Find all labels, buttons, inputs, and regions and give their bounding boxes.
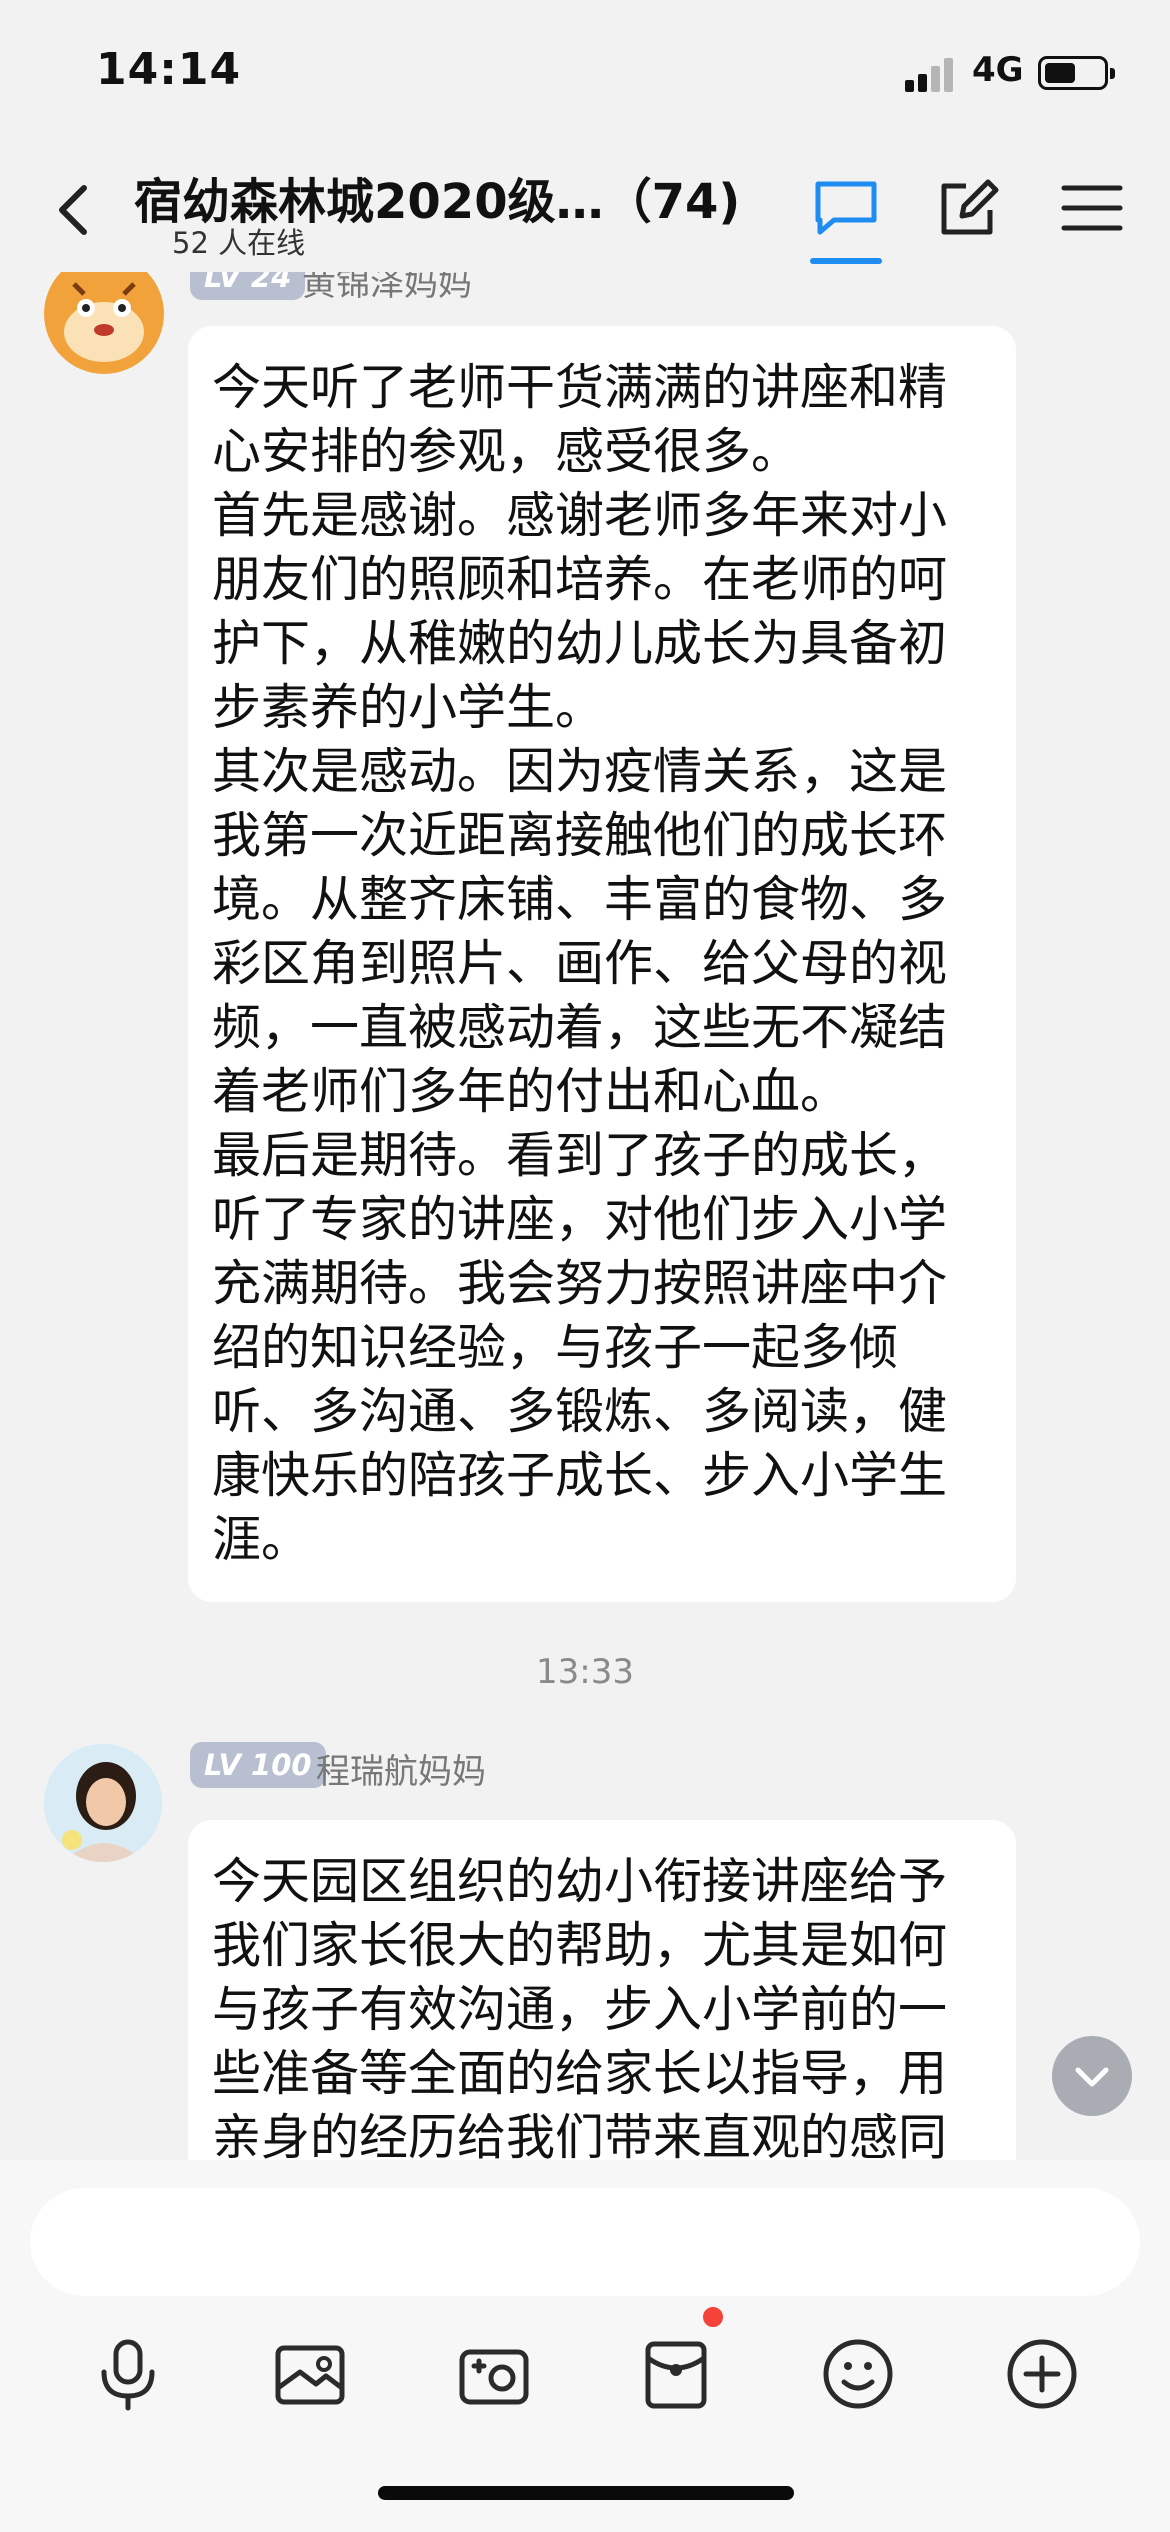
avatar[interactable] xyxy=(44,1744,162,1862)
sender-name[interactable]: 黄锦泽妈妈 xyxy=(302,272,472,305)
back-icon[interactable] xyxy=(50,180,94,240)
image-icon[interactable] xyxy=(270,2334,350,2414)
plus-icon[interactable] xyxy=(1002,2334,1082,2414)
camera-icon[interactable] xyxy=(454,2334,534,2414)
active-tab-indicator xyxy=(810,258,882,264)
microphone-icon[interactable] xyxy=(88,2334,168,2414)
chevron-down-icon xyxy=(1075,2067,1109,2087)
message-timestamp: 13:33 xyxy=(536,1652,634,1692)
level-badge: LV 24 xyxy=(190,272,306,300)
composer-panel xyxy=(0,2160,1170,2532)
message-bubble[interactable]: 今天听了老师干货满满的讲座和精心安排的参观，感受很多。 首先是感谢。感谢老师多年… xyxy=(188,326,1016,1602)
edit-icon[interactable] xyxy=(936,176,1004,240)
signal-icon xyxy=(905,56,955,92)
network-type: 4G xyxy=(972,50,1024,90)
avatar[interactable] xyxy=(44,272,164,374)
red-packet-icon[interactable] xyxy=(636,2334,716,2414)
online-count: 52 人在线 xyxy=(172,226,306,260)
message-input[interactable] xyxy=(30,2188,1140,2296)
level-badge: LV 100 xyxy=(190,1742,326,1788)
message-list[interactable]: LV 24 黄锦泽妈妈 今天听了老师干货满满的讲座和精心安排的参观，感受很多。 … xyxy=(0,272,1170,2160)
battery-icon xyxy=(1038,56,1115,90)
notification-dot xyxy=(700,2304,726,2330)
status-bar: 14:14 4G xyxy=(0,0,1170,140)
sender-name[interactable]: 程瑞航妈妈 xyxy=(316,1744,486,1793)
menu-icon[interactable] xyxy=(1058,176,1126,240)
scroll-to-bottom-button[interactable] xyxy=(1052,2036,1132,2116)
status-time: 14:14 xyxy=(96,44,242,95)
chat-header: 宿幼森林城2020级…（74) 52 人在线 xyxy=(0,140,1170,272)
home-indicator xyxy=(378,2486,794,2500)
message-bubble[interactable]: 今天园区组织的幼小衔接讲座给予我们家长很大的帮助，尤其是如何与孩子有效沟通，步入… xyxy=(188,1820,1016,2160)
chat-bubble-icon[interactable] xyxy=(812,176,880,240)
emoji-icon[interactable] xyxy=(818,2334,898,2414)
